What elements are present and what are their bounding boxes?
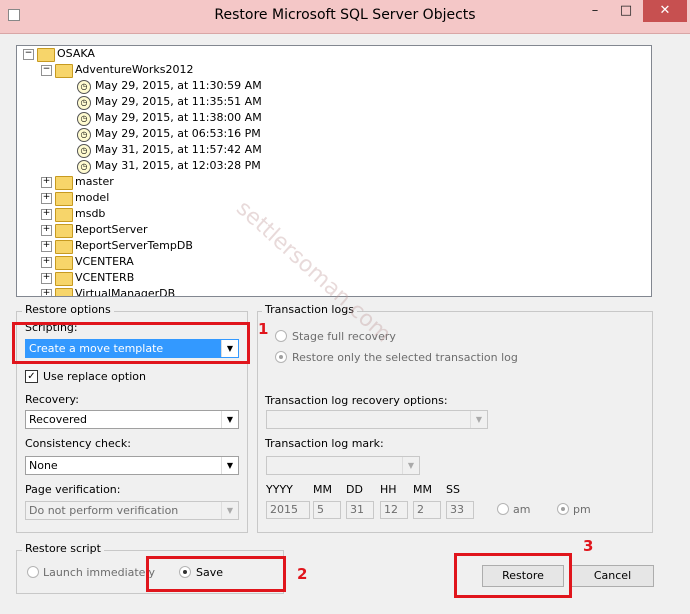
minimize-button[interactable]: – bbox=[581, 0, 609, 22]
launch-immediately-label: Launch immediately bbox=[43, 566, 156, 579]
tree-item-database[interactable]: ReportServer bbox=[75, 222, 148, 238]
database-icon bbox=[55, 224, 73, 238]
annotation-box-1 bbox=[12, 322, 250, 364]
expand-icon[interactable]: + bbox=[41, 241, 52, 252]
server-icon bbox=[37, 48, 55, 62]
second-field[interactable]: 33 bbox=[446, 501, 474, 519]
tree-item-database[interactable]: master bbox=[75, 174, 114, 190]
hour-header: HH bbox=[380, 483, 397, 496]
log-mark-select[interactable]: ▼ bbox=[266, 456, 420, 475]
consistency-label: Consistency check: bbox=[25, 437, 131, 450]
restore-only-log-label: Restore only the selected transaction lo… bbox=[292, 351, 518, 364]
tree-item-database[interactable]: ReportServerTempDB bbox=[75, 238, 193, 254]
close-button[interactable]: ✕ bbox=[643, 0, 687, 22]
tree-item-database[interactable]: VCENTERB bbox=[75, 270, 134, 286]
maximize-button[interactable]: □ bbox=[612, 0, 640, 22]
annotation-box-2 bbox=[146, 556, 286, 592]
object-tree[interactable]: − OSAKA − AdventureWorks2012 ◷ May 29, 20… bbox=[16, 45, 652, 297]
tree-item-restore-point[interactable]: May 29, 2015, at 06:53:16 PM bbox=[95, 126, 261, 142]
expand-icon[interactable]: + bbox=[41, 225, 52, 236]
tree-item-database[interactable]: VCENTERA bbox=[75, 254, 134, 270]
expand-icon[interactable]: + bbox=[41, 177, 52, 188]
restore-only-log-radio[interactable] bbox=[275, 351, 287, 363]
database-icon bbox=[55, 64, 73, 78]
annotation-number-3: 3 bbox=[583, 537, 594, 555]
collapse-icon[interactable]: − bbox=[41, 65, 52, 76]
restore-point-icon: ◷ bbox=[77, 144, 91, 158]
collapse-icon[interactable]: − bbox=[23, 49, 34, 60]
hour-field[interactable]: 12 bbox=[380, 501, 408, 519]
page-verification-select[interactable]: Do not perform verification ▼ bbox=[25, 501, 239, 520]
month-field[interactable]: 5 bbox=[313, 501, 341, 519]
expand-icon[interactable]: + bbox=[41, 289, 52, 296]
restore-point-icon: ◷ bbox=[77, 112, 91, 126]
replace-checkbox[interactable]: ✓ bbox=[25, 370, 38, 383]
recovery-select[interactable]: Recovered ▼ bbox=[25, 410, 239, 429]
database-icon bbox=[55, 288, 73, 296]
chevron-down-icon[interactable]: ▼ bbox=[221, 411, 238, 428]
launch-immediately-radio[interactable] bbox=[27, 566, 39, 578]
expand-icon[interactable]: + bbox=[41, 273, 52, 284]
database-icon bbox=[55, 208, 73, 222]
consistency-value: None bbox=[29, 459, 58, 472]
stage-full-recovery-radio[interactable] bbox=[275, 330, 287, 342]
database-icon bbox=[55, 176, 73, 190]
recovery-value: Recovered bbox=[29, 413, 88, 426]
second-header: SS bbox=[446, 483, 460, 496]
minute-field[interactable]: 2 bbox=[413, 501, 441, 519]
tree-item-database[interactable]: AdventureWorks2012 bbox=[75, 62, 193, 78]
tree-item-server[interactable]: OSAKA bbox=[57, 46, 95, 62]
tree-item-restore-point[interactable]: May 31, 2015, at 11:57:42 AM bbox=[95, 142, 262, 158]
database-icon bbox=[55, 240, 73, 254]
tree-scrollbar[interactable]: ▲ ≡ ▼ bbox=[651, 46, 652, 296]
chevron-down-icon[interactable]: ▼ bbox=[221, 457, 238, 474]
database-icon bbox=[55, 256, 73, 270]
minute-header: MM bbox=[413, 483, 432, 496]
tree-item-restore-point[interactable]: May 29, 2015, at 11:30:59 AM bbox=[95, 78, 262, 94]
month-header: MM bbox=[313, 483, 332, 496]
chevron-down-icon: ▼ bbox=[221, 502, 238, 519]
restore-options-label: Restore options bbox=[22, 303, 114, 316]
log-recovery-options-label: Transaction log recovery options: bbox=[265, 394, 448, 407]
restore-point-icon: ◷ bbox=[77, 96, 91, 110]
expand-icon[interactable]: + bbox=[41, 193, 52, 204]
tree-item-database[interactable]: model bbox=[75, 190, 109, 206]
am-radio[interactable] bbox=[497, 503, 509, 515]
tree-item-database[interactable]: VirtualManagerDB bbox=[75, 286, 175, 296]
year-header: YYYY bbox=[266, 483, 293, 496]
consistency-select[interactable]: None ▼ bbox=[25, 456, 239, 475]
log-mark-label: Transaction log mark: bbox=[265, 437, 384, 450]
pm-radio[interactable] bbox=[557, 503, 569, 515]
cancel-button[interactable]: Cancel bbox=[571, 565, 654, 587]
tree-item-restore-point[interactable]: May 29, 2015, at 11:35:51 AM bbox=[95, 94, 262, 110]
tree-item-restore-point[interactable]: May 29, 2015, at 11:38:00 AM bbox=[95, 110, 262, 126]
day-header: DD bbox=[346, 483, 363, 496]
database-icon bbox=[55, 192, 73, 206]
annotation-number-2: 2 bbox=[297, 565, 308, 583]
am-label: am bbox=[513, 503, 531, 516]
annotation-number-1: 1 bbox=[258, 320, 269, 338]
chevron-down-icon: ▼ bbox=[402, 457, 419, 474]
pm-label: pm bbox=[573, 503, 591, 516]
database-icon bbox=[55, 272, 73, 286]
annotation-box-3 bbox=[454, 553, 572, 598]
recovery-label: Recovery: bbox=[25, 393, 79, 406]
restore-point-icon: ◷ bbox=[77, 160, 91, 174]
tree-item-database[interactable]: msdb bbox=[75, 206, 105, 222]
expand-icon[interactable]: + bbox=[41, 257, 52, 268]
day-field[interactable]: 31 bbox=[346, 501, 374, 519]
restore-point-icon: ◷ bbox=[77, 80, 91, 94]
expand-icon[interactable]: + bbox=[41, 209, 52, 220]
chevron-down-icon: ▼ bbox=[470, 411, 487, 428]
replace-label: Use replace option bbox=[43, 370, 146, 383]
restore-point-icon: ◷ bbox=[77, 128, 91, 142]
restore-script-label: Restore script bbox=[22, 542, 104, 555]
log-recovery-options-select[interactable]: ▼ bbox=[266, 410, 488, 429]
year-field[interactable]: 2015 bbox=[266, 501, 310, 519]
page-verification-value: Do not perform verification bbox=[29, 504, 179, 517]
tree-item-restore-point[interactable]: May 31, 2015, at 12:03:28 PM bbox=[95, 158, 261, 174]
page-verification-label: Page verification: bbox=[25, 483, 121, 496]
